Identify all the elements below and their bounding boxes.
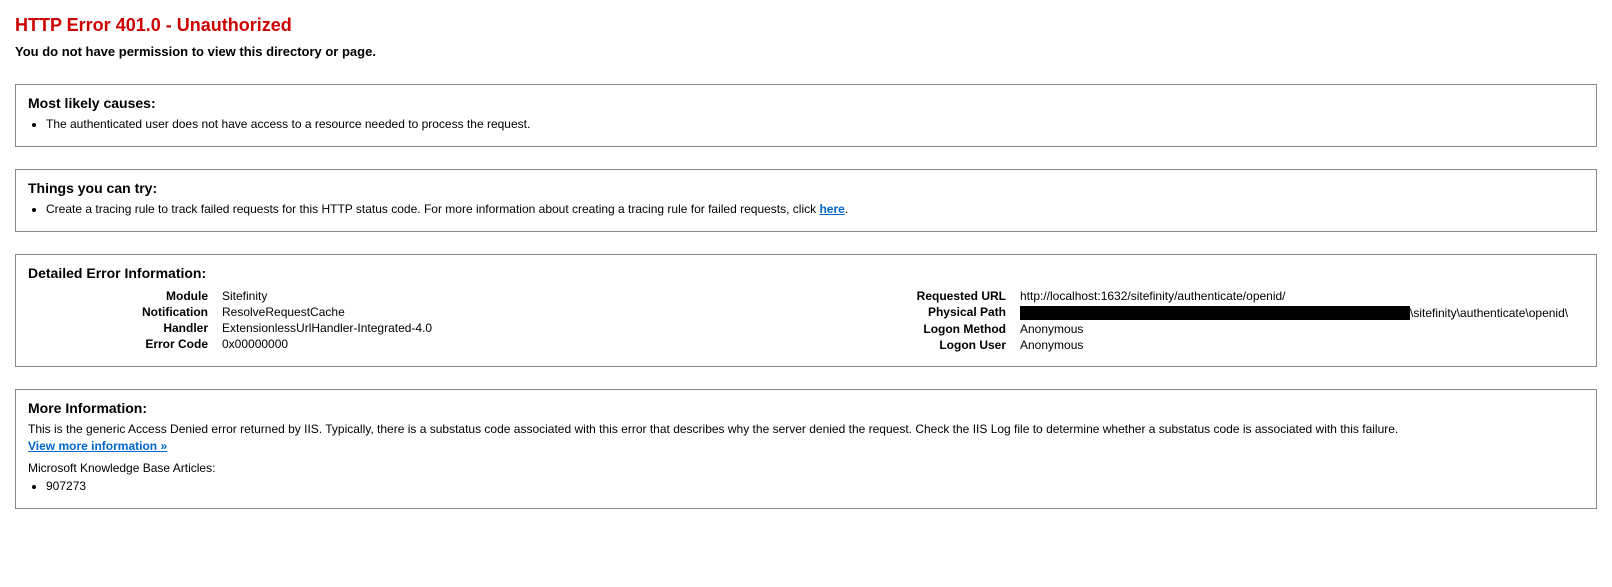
try-item-prefix: Create a tracing rule to track failed re… — [46, 202, 819, 216]
causes-section: Most likely causes: The authenticated us… — [15, 84, 1597, 147]
view-more-info-link[interactable]: View more information » — [28, 439, 167, 453]
logon-user-label: Logon User — [826, 338, 1020, 352]
error-subtitle: You do not have permission to view this … — [15, 44, 1597, 59]
physical-path-suffix: \sitefinity\authenticate\openid\ — [1410, 306, 1568, 320]
details-section: Detailed Error Information: Module Sitef… — [15, 254, 1597, 367]
error-title: HTTP Error 401.0 - Unauthorized — [15, 15, 1597, 36]
handler-value: ExtensionlessUrlHandler-Integrated-4.0 — [222, 321, 786, 335]
physical-path-label: Physical Path — [826, 305, 1020, 319]
module-value: Sitefinity — [222, 289, 786, 303]
requested-url-value: http://localhost:1632/sitefinity/authent… — [1020, 289, 1584, 303]
causes-heading: Most likely causes: — [28, 95, 1584, 111]
try-heading: Things you can try: — [28, 180, 1584, 196]
module-label: Module — [28, 289, 222, 303]
more-info-text: This is the generic Access Denied error … — [28, 422, 1584, 436]
more-info-section: More Information: This is the generic Ac… — [15, 389, 1597, 509]
more-info-heading: More Information: — [28, 400, 1584, 416]
tracing-rule-link[interactable]: here — [819, 202, 844, 216]
physical-path-value: \sitefinity\authenticate\openid\ — [1020, 305, 1584, 320]
notification-value: ResolveRequestCache — [222, 305, 786, 319]
logon-method-value: Anonymous — [1020, 322, 1584, 336]
try-item-suffix: . — [845, 202, 848, 216]
errorcode-label: Error Code — [28, 337, 222, 351]
handler-label: Handler — [28, 321, 222, 335]
logon-method-label: Logon Method — [826, 322, 1020, 336]
details-right-column: Requested URL http://localhost:1632/site… — [826, 287, 1584, 354]
causes-item: The authenticated user does not have acc… — [46, 117, 1584, 131]
kb-article-item: 907273 — [46, 479, 1584, 493]
kb-articles-label: Microsoft Knowledge Base Articles: — [28, 461, 1584, 475]
notification-label: Notification — [28, 305, 222, 319]
logon-user-value: Anonymous — [1020, 338, 1584, 352]
details-heading: Detailed Error Information: — [28, 265, 1584, 281]
try-section: Things you can try: Create a tracing rul… — [15, 169, 1597, 232]
try-item: Create a tracing rule to track failed re… — [46, 202, 1584, 216]
redacted-path — [1020, 306, 1410, 320]
errorcode-value: 0x00000000 — [222, 337, 786, 351]
details-left-column: Module Sitefinity Notification ResolveRe… — [28, 287, 786, 354]
requested-url-label: Requested URL — [826, 289, 1020, 303]
